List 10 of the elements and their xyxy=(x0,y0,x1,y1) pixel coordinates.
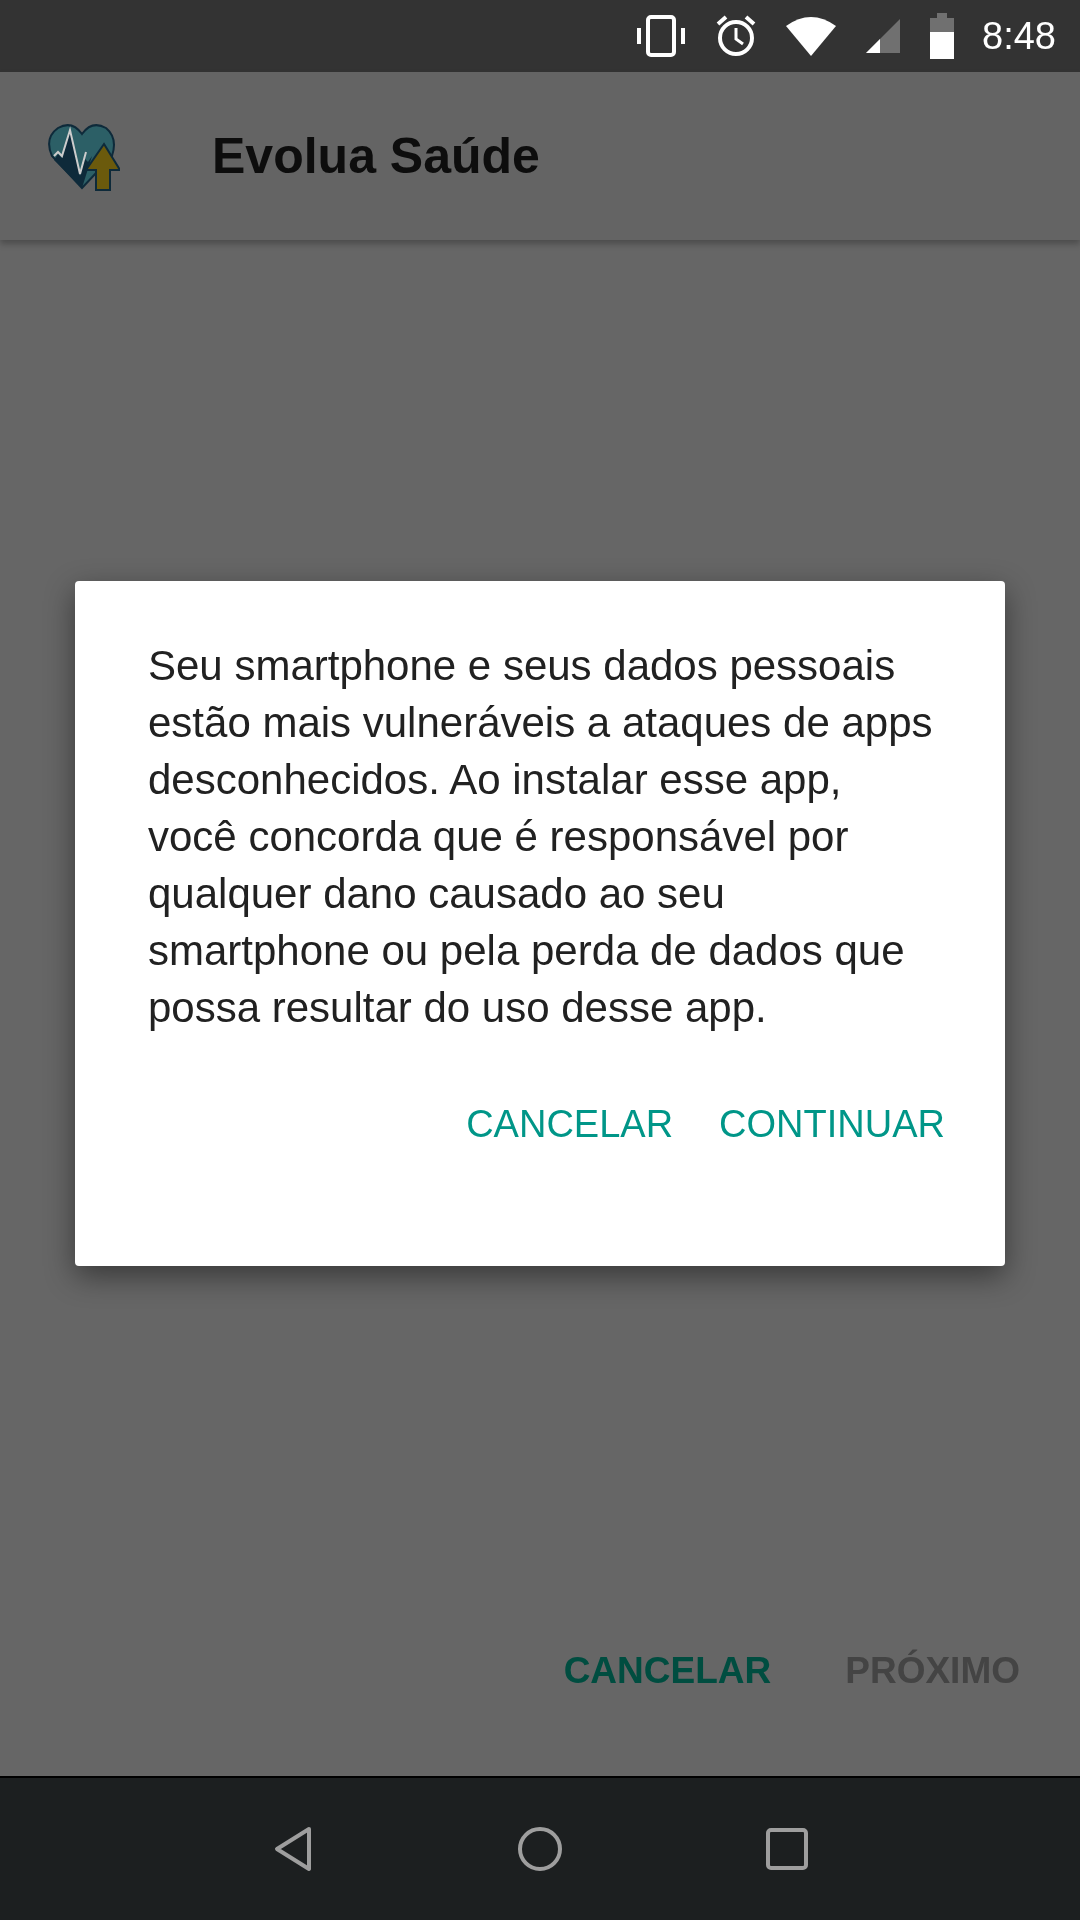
battery-icon xyxy=(928,13,957,59)
app-title: Evolua Saúde xyxy=(212,126,540,186)
dialog-message: Seu smartphone e seus dados pessoais estão mais vulneráveis a ataques de apps desconhecidos. Ao instalar esse app, você concorda que é responsável por qualquer dano causado ao seu smartphone ou pela perda de dados que possa resultar do uso desse app. xyxy=(148,641,934,1033)
clock-time: 8:48 xyxy=(982,13,1056,59)
recents-icon[interactable] xyxy=(765,1827,810,1871)
wifi-icon xyxy=(784,14,839,58)
dialog-button[interactable]: CONTINUAR xyxy=(719,1082,945,1167)
dialog-button[interactable]: CANCELAR xyxy=(466,1082,674,1167)
home-icon[interactable] xyxy=(516,1825,564,1873)
signal-icon xyxy=(864,17,903,55)
